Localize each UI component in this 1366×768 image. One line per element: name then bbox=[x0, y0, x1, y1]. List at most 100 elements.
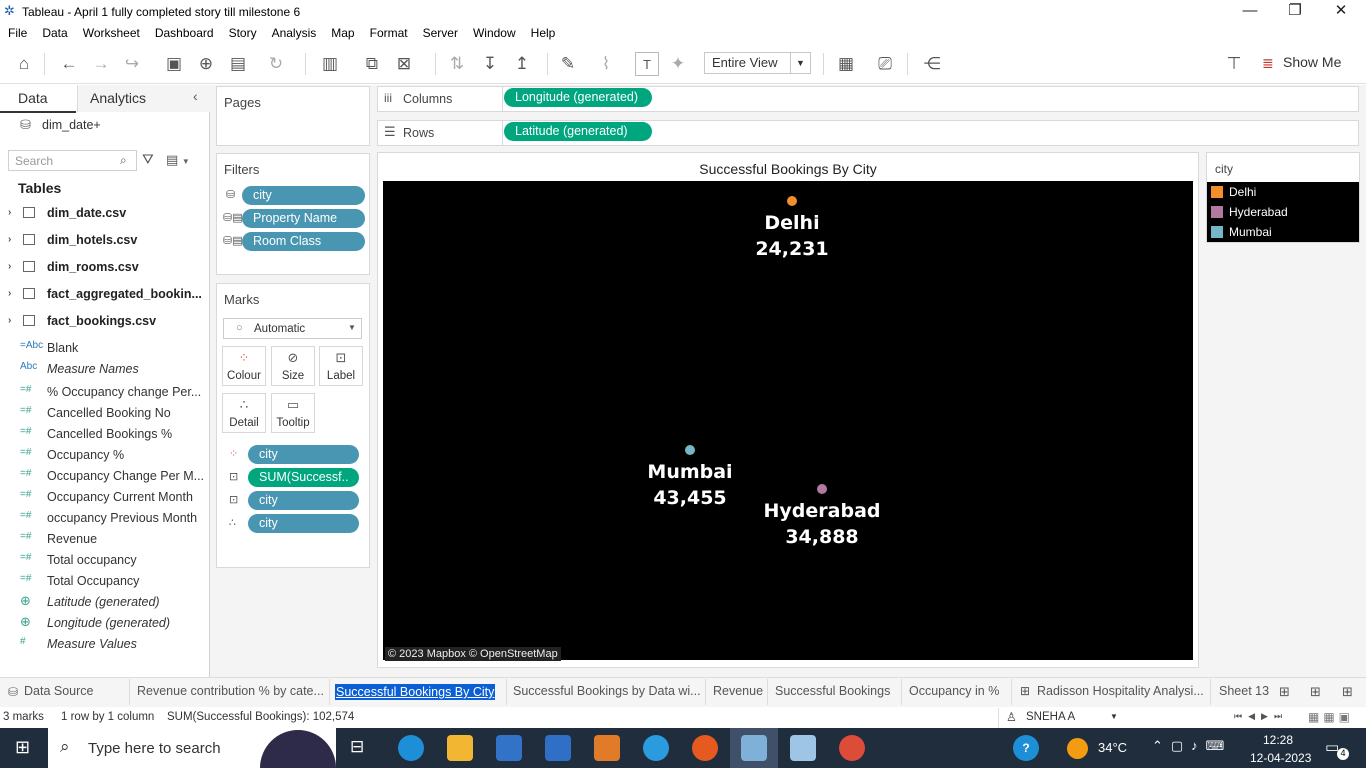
tooltip-button[interactable]: ▭ Tooltip bbox=[271, 393, 315, 433]
chevron-right-icon[interactable]: › bbox=[8, 234, 11, 245]
rows-pill-latitude[interactable]: Latitude (generated) bbox=[504, 122, 652, 141]
pages-card[interactable]: Pages bbox=[216, 86, 370, 146]
view-options-icon[interactable]: ▤ ▼ bbox=[166, 152, 190, 168]
field-item[interactable]: =# Cancelled Bookings % bbox=[0, 424, 210, 445]
pause-updates-icon[interactable]: ▤ bbox=[226, 52, 250, 76]
new-datasource-icon[interactable]: ⊕ bbox=[194, 52, 218, 76]
duplicate-icon[interactable]: ⧉ bbox=[360, 52, 384, 76]
chevron-right-icon[interactable]: › bbox=[8, 315, 11, 326]
format-painter-icon[interactable]: ⊤ bbox=[1222, 52, 1246, 76]
filter-pill-city[interactable]: city bbox=[242, 186, 365, 205]
field-item[interactable]: =# % Occupancy change Per... bbox=[0, 382, 210, 403]
tab-sheet[interactable]: Revenue contribution % by cate... bbox=[137, 684, 324, 698]
menu-dashboard[interactable]: Dashboard bbox=[147, 23, 221, 40]
field-item[interactable]: =# Revenue bbox=[0, 529, 210, 550]
sort-descending-icon[interactable]: ↥ bbox=[510, 52, 534, 76]
field-item[interactable]: ⊕ Longitude (generated) bbox=[0, 613, 210, 634]
firefox-icon[interactable] bbox=[692, 735, 718, 761]
field-item[interactable]: =# Occupancy Change Per M... bbox=[0, 466, 210, 487]
menu-server[interactable]: Server bbox=[415, 23, 465, 40]
tab-dashboard[interactable]: Radisson Hospitality Analysi... bbox=[1037, 684, 1204, 698]
share-icon[interactable]: ⋲ bbox=[920, 52, 944, 76]
highlight-icon[interactable]: ✎ bbox=[556, 52, 580, 76]
notes-icon[interactable] bbox=[790, 735, 816, 761]
table-item[interactable]: › fact_bookings.csv bbox=[0, 311, 210, 336]
search-input[interactable]: Search ⌕ bbox=[8, 150, 137, 171]
chrome-icon[interactable] bbox=[839, 735, 865, 761]
chevron-right-icon[interactable]: › bbox=[8, 207, 11, 218]
sheet-nav-icon[interactable]: ⏮◀▶⏭ bbox=[1234, 711, 1288, 722]
show-cards-icon[interactable]: ▦ bbox=[834, 52, 858, 76]
field-item[interactable]: =# Occupancy % bbox=[0, 445, 210, 466]
map-credit[interactable]: © 2023 Mapbox © OpenStreetMap bbox=[385, 647, 561, 661]
tab-data-source[interactable]: Data Source bbox=[24, 684, 93, 698]
marks-pill-city-label[interactable]: city bbox=[248, 491, 359, 510]
size-button[interactable]: ⊘ Size bbox=[271, 346, 315, 386]
legend-item[interactable]: Hyderabad bbox=[1207, 202, 1359, 222]
sheet-view-icon[interactable]: ▦▦▣ bbox=[1308, 710, 1354, 724]
minimize-button[interactable]: — bbox=[1227, 0, 1273, 23]
menu-format[interactable]: Format bbox=[362, 23, 415, 40]
map-canvas[interactable]: Delhi 24,231 Mumbai 43,455 Hyderabad 34,888 bbox=[383, 181, 1193, 660]
legend-item[interactable]: Mumbai bbox=[1207, 222, 1359, 242]
field-item[interactable]: =# Occupancy Current Month bbox=[0, 487, 210, 508]
new-dashboard-icon[interactable]: ⊞ bbox=[1310, 684, 1321, 700]
marks-pill-sum-label[interactable]: SUM(Successf.. bbox=[248, 468, 359, 487]
mark-type-dropdown[interactable]: ○ Automatic ▼ bbox=[223, 318, 362, 339]
filter-pill-room-class[interactable]: Room Class bbox=[242, 232, 365, 251]
menu-data[interactable]: Data bbox=[34, 23, 74, 40]
clock-time[interactable]: 12:28 bbox=[1263, 733, 1293, 747]
refresh-icon[interactable]: ↻ bbox=[264, 52, 288, 76]
clear-sheet-icon[interactable]: ⊠ bbox=[392, 52, 416, 76]
user-name[interactable]: SNEHA A bbox=[1026, 711, 1075, 723]
field-item[interactable]: =Abc Blank bbox=[0, 338, 210, 359]
tab-sheet[interactable]: Successful Bookings by Data wi... bbox=[513, 684, 701, 698]
field-item[interactable]: # Measure Values bbox=[0, 634, 210, 655]
map-point-hyderabad[interactable] bbox=[817, 484, 827, 494]
presentation-icon[interactable]: ⎚ bbox=[873, 52, 897, 76]
chevron-right-icon[interactable]: › bbox=[8, 288, 11, 299]
fit-dropdown[interactable]: Entire View ▼ bbox=[704, 52, 811, 74]
undo-icon[interactable]: ← bbox=[57, 52, 81, 76]
home-icon[interactable]: ⌂ bbox=[12, 52, 36, 76]
table-item[interactable]: › dim_rooms.csv bbox=[0, 257, 210, 282]
colour-button[interactable]: ⁘ Colour bbox=[222, 346, 266, 386]
field-item[interactable]: =# occupancy Previous Month bbox=[0, 508, 210, 529]
app-icon[interactable] bbox=[643, 735, 669, 761]
map-point-delhi[interactable] bbox=[787, 196, 797, 206]
chevron-down-icon[interactable]: ▼ bbox=[790, 53, 810, 73]
table-item[interactable]: › fact_aggregated_bookin... bbox=[0, 284, 210, 309]
save-icon[interactable]: ▣ bbox=[162, 52, 186, 76]
field-item[interactable]: =# Cancelled Booking No bbox=[0, 403, 210, 424]
chevron-right-icon[interactable]: › bbox=[8, 261, 11, 272]
collapse-pane-icon[interactable]: ‹ bbox=[193, 88, 198, 104]
field-item[interactable]: =# Total occupancy bbox=[0, 550, 210, 571]
tableau-taskbar-icon[interactable] bbox=[741, 735, 767, 761]
show-labels-icon[interactable]: T bbox=[635, 52, 659, 76]
tab-analytics[interactable]: Analytics bbox=[90, 90, 146, 106]
chevron-down-icon[interactable]: ▼ bbox=[1110, 712, 1118, 721]
task-view-icon[interactable]: ⊟ bbox=[350, 737, 364, 757]
field-item[interactable]: ⊕ Latitude (generated) bbox=[0, 592, 210, 613]
tab-sheet[interactable]: Revenue bbox=[713, 684, 763, 698]
marks-pill-city-detail[interactable]: city bbox=[248, 514, 359, 533]
taskbar-search[interactable]: ⌕ Type here to search bbox=[48, 728, 336, 768]
menu-story[interactable]: Story bbox=[221, 23, 264, 40]
show-me-button[interactable]: Show Me bbox=[1283, 54, 1341, 70]
new-worksheet-icon[interactable]: ⊞ bbox=[1279, 684, 1290, 700]
file-explorer-icon[interactable] bbox=[447, 735, 473, 761]
sort-ascending-icon[interactable]: ↧ bbox=[478, 52, 502, 76]
map-point-mumbai[interactable] bbox=[685, 445, 695, 455]
close-button[interactable]: ✕ bbox=[1318, 0, 1364, 23]
tab-data[interactable]: Data bbox=[18, 90, 48, 106]
table-item[interactable]: › dim_date.csv bbox=[0, 203, 210, 228]
store-icon[interactable] bbox=[496, 735, 522, 761]
clock-date[interactable]: 12-04-2023 bbox=[1250, 751, 1311, 765]
mail-icon[interactable] bbox=[545, 735, 571, 761]
menu-analysis[interactable]: Analysis bbox=[264, 23, 324, 40]
restore-button[interactable]: ❐ bbox=[1272, 0, 1318, 23]
field-item[interactable]: =# Total Occupancy bbox=[0, 571, 210, 592]
tab-sheet[interactable]: Occupancy in % bbox=[909, 684, 999, 698]
edge-icon[interactable] bbox=[398, 735, 424, 761]
tab-sheet-active[interactable]: Successful Bookings By City bbox=[335, 684, 496, 700]
